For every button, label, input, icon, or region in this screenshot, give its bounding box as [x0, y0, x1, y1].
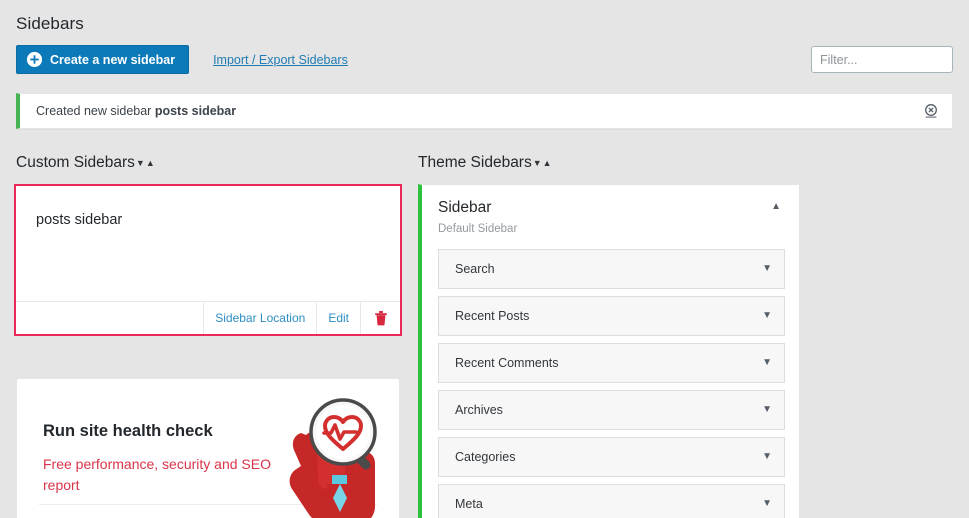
chevron-up-icon[interactable]: ▲	[146, 159, 155, 168]
widget-item-meta[interactable]: Meta ▼	[438, 484, 785, 518]
hand-holding-magnifier-heartbeat-icon	[283, 389, 393, 518]
create-new-sidebar-button[interactable]: Create a new sidebar	[16, 45, 189, 74]
promo-subtitle[interactable]: Free performance, security and SEO repor…	[43, 454, 293, 496]
import-export-sidebars-link[interactable]: Import / Export Sidebars	[213, 53, 348, 67]
chevron-down-icon[interactable]: ▼	[762, 311, 772, 321]
widget-item-recent-posts[interactable]: Recent Posts ▼	[438, 296, 785, 336]
widget-item-search[interactable]: Search ▼	[438, 249, 785, 289]
plus-circle-icon	[27, 52, 42, 67]
success-notice: Created new sidebar posts sidebar	[16, 93, 953, 129]
custom-sidebar-name: posts sidebar	[36, 212, 380, 228]
widget-label: Archives	[455, 403, 503, 417]
notice-message-strong: posts sidebar	[155, 104, 236, 118]
theme-sidebar-panel-header: Sidebar Default Sidebar ▲	[438, 199, 785, 235]
chevron-down-icon[interactable]: ▼	[762, 358, 772, 368]
chevron-down-icon[interactable]: ▼	[762, 405, 772, 415]
widget-label: Recent Posts	[455, 309, 529, 323]
chevron-down-icon[interactable]: ▼	[762, 499, 772, 509]
theme-sidebars-sort-control[interactable]: ▼ ▲	[533, 159, 552, 168]
theme-sidebars-heading-label: Theme Sidebars	[418, 154, 532, 172]
chevron-up-icon[interactable]: ▲	[543, 159, 552, 168]
chevron-down-icon[interactable]: ▼	[762, 452, 772, 462]
custom-sidebars-heading-label: Custom Sidebars	[16, 154, 135, 172]
widget-item-categories[interactable]: Categories ▼	[438, 437, 785, 477]
widget-label: Meta	[455, 497, 483, 511]
chevron-down-icon[interactable]: ▼	[762, 264, 772, 274]
custom-sidebar-card-body: posts sidebar	[16, 186, 400, 301]
sidebars-admin-page: Sidebars Create a new sidebar Import / E…	[0, 0, 969, 518]
trash-icon[interactable]	[360, 302, 400, 334]
close-circle-icon[interactable]	[923, 103, 939, 119]
create-new-sidebar-label: Create a new sidebar	[50, 53, 175, 67]
custom-sidebar-card-footer: Sidebar Location Edit	[16, 301, 400, 334]
widget-item-archives[interactable]: Archives ▼	[438, 390, 785, 430]
filter-input[interactable]	[811, 46, 953, 73]
theme-sidebar-panel: Sidebar Default Sidebar ▲ Search ▼ Recen…	[418, 184, 800, 518]
theme-sidebar-title: Sidebar	[438, 199, 785, 217]
page-actions: Create a new sidebar Import / Export Sid…	[16, 45, 348, 74]
chevron-up-icon[interactable]: ▲	[771, 202, 781, 212]
theme-sidebar-subtitle: Default Sidebar	[438, 223, 785, 235]
notice-message: Created new sidebar posts sidebar	[36, 104, 236, 118]
edit-sidebar-link[interactable]: Edit	[316, 302, 360, 334]
custom-sidebars-heading: Custom Sidebars ▼ ▲	[16, 154, 155, 172]
custom-sidebars-sort-control[interactable]: ▼ ▲	[136, 159, 155, 168]
promo-title: Run site health check	[43, 422, 213, 441]
theme-sidebars-heading: Theme Sidebars ▼ ▲	[418, 154, 552, 172]
widget-label: Recent Comments	[455, 356, 559, 370]
widget-label: Search	[455, 262, 495, 276]
chevron-down-icon[interactable]: ▼	[136, 159, 145, 168]
chevron-down-icon[interactable]: ▼	[533, 159, 542, 168]
widget-list: Search ▼ Recent Posts ▼ Recent Comments …	[438, 249, 785, 518]
widget-item-recent-comments[interactable]: Recent Comments ▼	[438, 343, 785, 383]
notice-message-prefix: Created new sidebar	[36, 104, 155, 118]
page-title: Sidebars	[16, 14, 84, 34]
site-health-promo-card[interactable]: Run site health check Free performance, …	[16, 378, 400, 518]
custom-sidebar-card[interactable]: posts sidebar Sidebar Location Edit	[14, 184, 402, 336]
widget-label: Categories	[455, 450, 515, 464]
sidebar-location-link[interactable]: Sidebar Location	[203, 302, 316, 334]
